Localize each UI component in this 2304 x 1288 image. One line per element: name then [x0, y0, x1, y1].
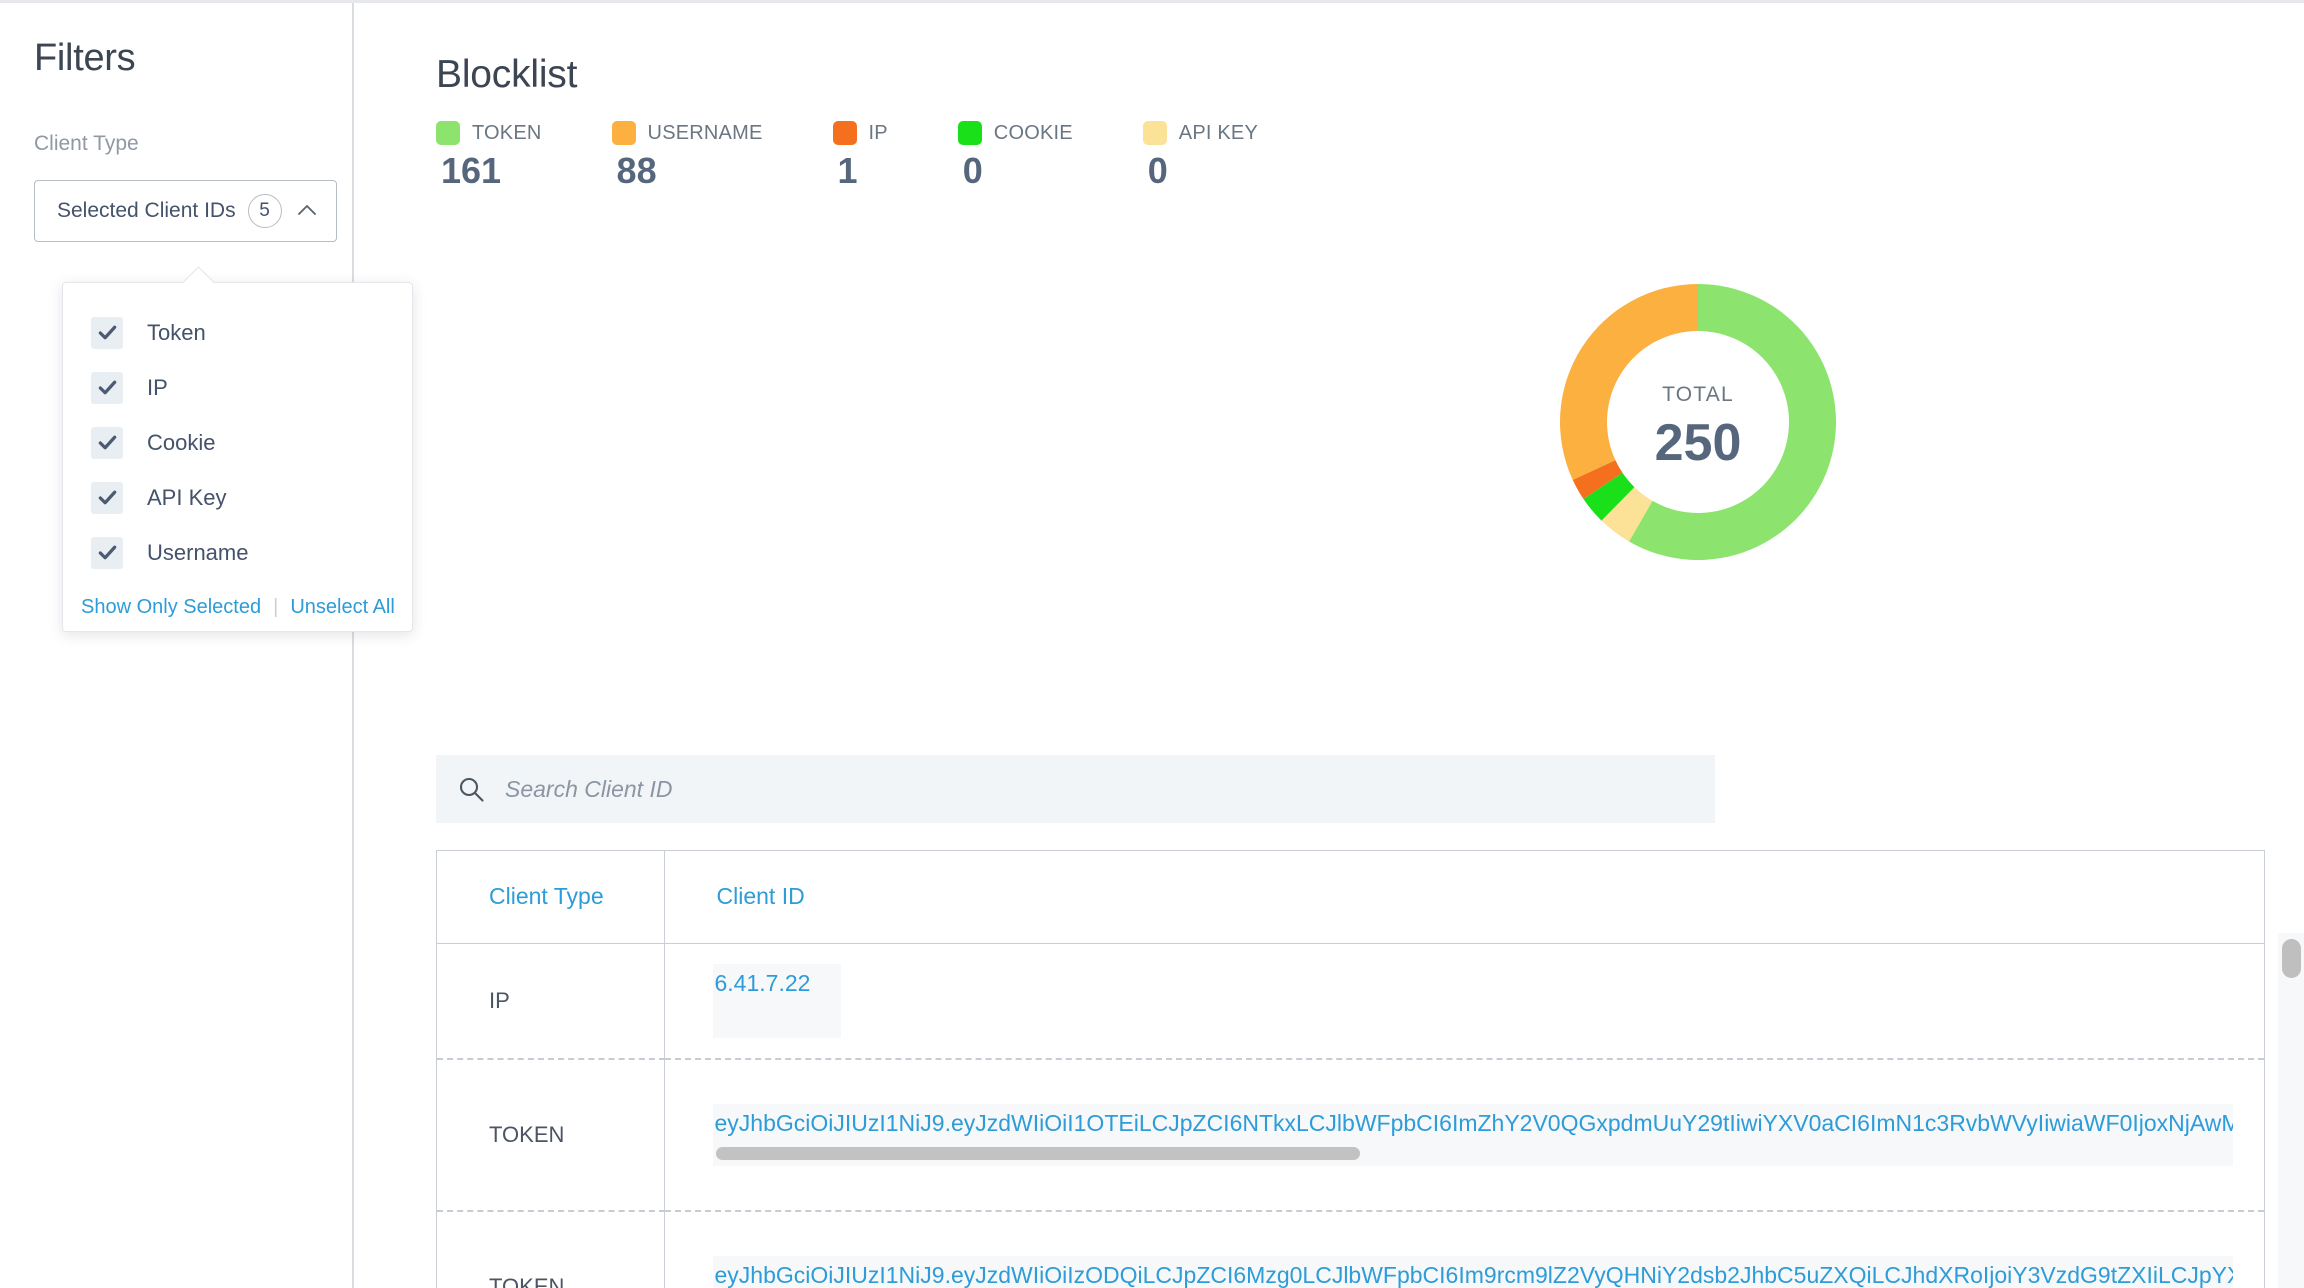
filters-panel: Filters Client Type Selected Client IDs … — [0, 3, 354, 1288]
client-id-box: eyJhbGciOiJIUzI1NiJ9.eyJzdWIiOiIzODQiLCJ… — [713, 1256, 2233, 1288]
cell-client-type: IP — [437, 943, 664, 1059]
filters-title: Filters — [34, 37, 352, 80]
checkbox-checked-icon[interactable] — [91, 537, 123, 569]
cell-client-id: 6.41.7.22 — [664, 943, 2264, 1059]
legend-item-cookie: COOKIE 0 — [958, 121, 1073, 192]
legend-item-token: TOKEN 161 — [436, 121, 542, 192]
legend-value: 1 — [833, 150, 888, 192]
dropdown-option-label: Username — [147, 540, 248, 566]
chevron-up-icon — [296, 200, 318, 222]
column-header-client-id[interactable]: Client ID — [664, 851, 2264, 943]
donut-center-value: 250 — [1494, 413, 1902, 473]
main-content: Blocklist TOKEN 161 USERNAME 88 IP — [354, 3, 2304, 1288]
legend-value: 88 — [612, 150, 763, 192]
cell-client-type: TOKEN — [437, 1211, 664, 1288]
dropdown-option-label: IP — [147, 375, 168, 401]
legend-item-api-key: API KEY 0 — [1143, 121, 1258, 192]
cell-client-id: eyJhbGciOiJIUzI1NiJ9.eyJzdWIiOiIzODQiLCJ… — [664, 1211, 2264, 1288]
vertical-scrollbar-thumb[interactable] — [2282, 939, 2301, 978]
vertical-scrollbar[interactable] — [2278, 933, 2304, 1288]
legend-item-ip: IP 1 — [833, 121, 888, 192]
legend-swatch-icon — [436, 121, 460, 145]
table-row: TOKEN eyJhbGciOiJIUzI1NiJ9.eyJzdWIiOiI1O… — [437, 1059, 2264, 1211]
selected-client-ids-label: Selected Client IDs — [57, 199, 236, 223]
client-id-box: eyJhbGciOiJIUzI1NiJ9.eyJzdWIiOiI1OTEiLCJ… — [713, 1104, 2233, 1166]
legend-label: USERNAME — [648, 122, 763, 145]
legend-label: API KEY — [1179, 122, 1258, 145]
checkbox-checked-icon[interactable] — [91, 372, 123, 404]
client-id-link[interactable]: eyJhbGciOiJIUzI1NiJ9.eyJzdWIiOiIzODQiLCJ… — [713, 1262, 2233, 1288]
client-id-link[interactable]: eyJhbGciOiJIUzI1NiJ9.eyJzdWIiOiI1OTEiLCJ… — [713, 1110, 2233, 1138]
legend-value: 0 — [1143, 150, 1258, 192]
legend-swatch-icon — [833, 121, 857, 145]
search-bar[interactable] — [436, 755, 1715, 823]
cell-client-type: TOKEN — [437, 1059, 664, 1211]
horizontal-scrollbar[interactable] — [716, 1147, 1360, 1160]
client-type-label: Client Type — [34, 132, 352, 156]
checkbox-checked-icon[interactable] — [91, 427, 123, 459]
legend-label: COOKIE — [994, 122, 1073, 145]
table-row: TOKEN eyJhbGciOiJIUzI1NiJ9.eyJzdWIiOiIzO… — [437, 1211, 2264, 1288]
donut-center-label: TOTAL — [1494, 383, 1902, 407]
client-id-box: 6.41.7.22 — [713, 964, 841, 1038]
selected-client-ids-count-badge: 5 — [248, 194, 282, 228]
dropdown-option-label: API Key — [147, 485, 226, 511]
blocklist-page: Filters Client Type Selected Client IDs … — [0, 0, 2304, 1288]
table-header-row: Client Type Client ID — [437, 851, 2264, 943]
client-id-link[interactable]: 6.41.7.22 — [713, 970, 841, 998]
show-only-selected-link[interactable]: Show Only Selected — [81, 596, 261, 619]
legend-swatch-icon — [1143, 121, 1167, 145]
legend-swatch-icon — [958, 121, 982, 145]
donut-chart: TOTAL 250 — [354, 223, 2304, 663]
checkbox-checked-icon[interactable] — [91, 482, 123, 514]
search-icon — [458, 776, 485, 803]
dropdown-actions-divider: | — [273, 596, 278, 619]
blocklist-table: Client Type Client ID IP 6.41.7.22 — [436, 850, 2265, 1288]
page-title: Blocklist — [354, 3, 2304, 97]
cell-client-id: eyJhbGciOiJIUzI1NiJ9.eyJzdWIiOiI1OTEiLCJ… — [664, 1059, 2264, 1211]
legend-value: 0 — [958, 150, 1073, 192]
legend-swatch-icon — [612, 121, 636, 145]
legend-label: IP — [869, 122, 888, 145]
dropdown-option-label: Cookie — [147, 430, 215, 456]
legend-item-username: USERNAME 88 — [612, 121, 763, 192]
selected-client-ids-select[interactable]: Selected Client IDs 5 — [34, 180, 337, 242]
legend-label: TOKEN — [472, 122, 542, 145]
column-header-client-type[interactable]: Client Type — [437, 851, 664, 943]
table-row: IP 6.41.7.22 — [437, 943, 2264, 1059]
dropdown-option-label: Token — [147, 320, 206, 346]
checkbox-checked-icon[interactable] — [91, 317, 123, 349]
chart-legend: TOKEN 161 USERNAME 88 IP 1 — [354, 97, 2304, 192]
legend-value: 161 — [436, 150, 542, 192]
search-input[interactable] — [503, 775, 1603, 804]
